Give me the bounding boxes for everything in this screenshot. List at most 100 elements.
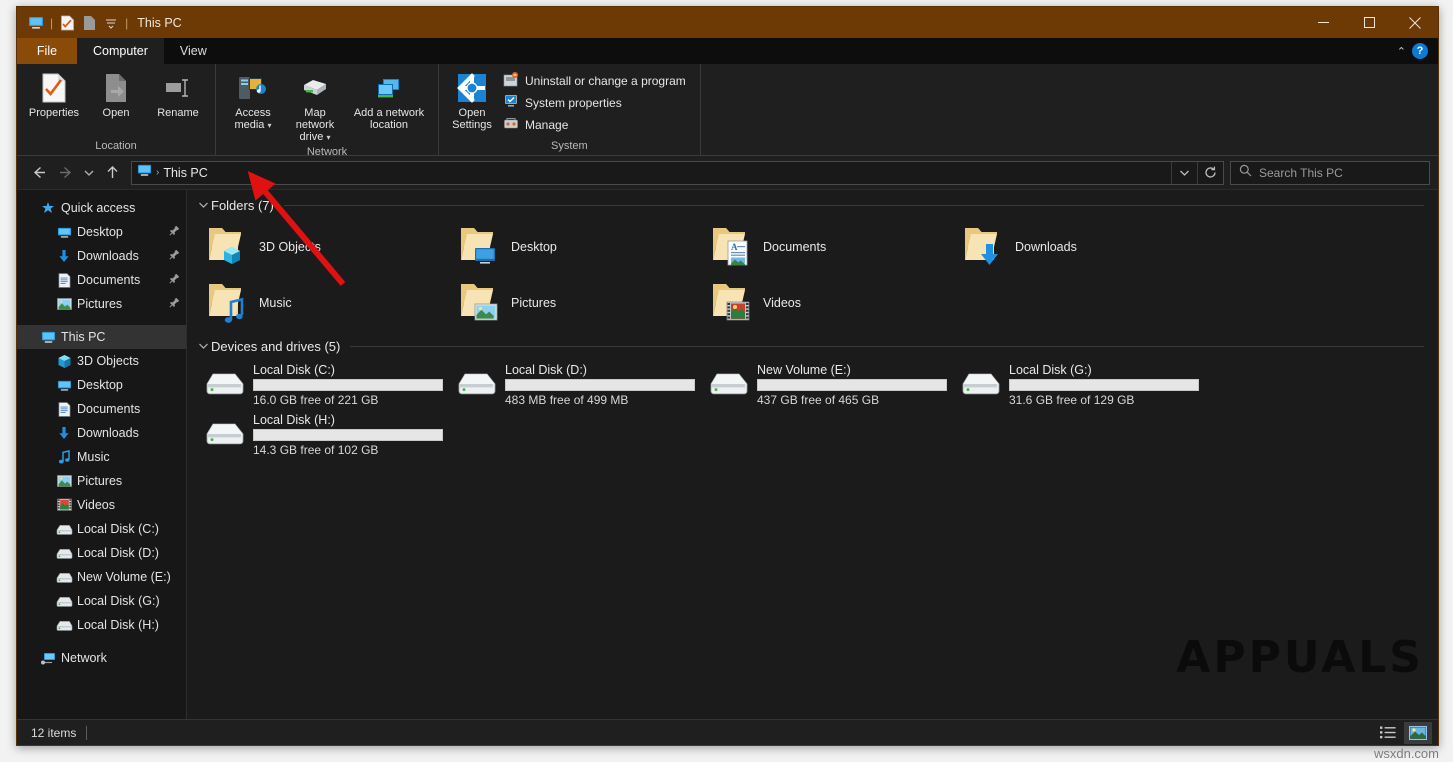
map-network-drive-button[interactable]: Map network drive ▾ (284, 67, 346, 144)
rename-button[interactable]: Rename (147, 67, 209, 131)
sidebar-item-label: Local Disk (C:) (77, 522, 159, 536)
refresh-button[interactable] (1197, 162, 1223, 184)
sidebar-item-documents[interactable]: Documents (17, 397, 186, 421)
drive-icon (709, 368, 749, 403)
drive-meta: Local Disk (C:)16.0 GB free of 221 GB (253, 363, 443, 407)
collapse-ribbon-icon[interactable]: ⌃ (1397, 45, 1406, 58)
downloads-icon (55, 426, 73, 441)
map-network-drive-icon (298, 71, 332, 105)
drive-usage-bar (253, 429, 443, 441)
manage-button[interactable]: Manage (499, 114, 694, 135)
sidebar-item-label: Documents (77, 402, 140, 416)
folder-tile[interactable]: Downloads (951, 219, 1203, 275)
sidebar-item-local-disk-c[interactable]: Local Disk (C:) (17, 517, 186, 541)
add-network-location-button[interactable]: Add a network location (346, 67, 432, 131)
drive-meta: Local Disk (D:)483 MB free of 499 MB (505, 363, 695, 407)
address-dropdown-button[interactable] (1171, 162, 1197, 184)
folder-tile[interactable]: Music (195, 275, 447, 331)
sidebar-item-label: Downloads (77, 249, 139, 263)
search-placeholder: Search This PC (1259, 166, 1343, 180)
chevron-down-icon[interactable] (195, 341, 211, 353)
folder-tile[interactable]: Pictures (447, 275, 699, 331)
recent-locations-button[interactable] (81, 160, 97, 186)
drive-tile[interactable]: Local Disk (H:)14.3 GB free of 102 GB (195, 410, 447, 460)
breadcrumb-separator[interactable]: › (156, 167, 159, 178)
large-icons-view-button[interactable] (1404, 722, 1432, 744)
sidebar-item-pictures[interactable]: Pictures (17, 292, 186, 316)
properties-label: Properties (28, 105, 80, 119)
sidebar-item-network[interactable]: Network (17, 646, 186, 670)
access-media-button[interactable]: Access media ▾ (222, 67, 284, 132)
breadcrumb-current[interactable]: This PC (163, 166, 207, 180)
folder-tile[interactable]: Desktop (447, 219, 699, 275)
sidebar-item-local-disk-h[interactable]: Local Disk (H:) (17, 613, 186, 637)
uninstall-program-button[interactable]: Uninstall or change a program (499, 70, 694, 91)
tab-file[interactable]: File (17, 38, 77, 64)
search-input[interactable]: Search This PC (1230, 161, 1430, 185)
sidebar-item-local-disk-g[interactable]: Local Disk (G:) (17, 589, 186, 613)
help-button[interactable]: ? (1412, 43, 1428, 59)
pin-icon[interactable] (169, 297, 180, 311)
sidebar-item-new-volume-e[interactable]: New Volume (E:) (17, 565, 186, 589)
maximize-button[interactable] (1346, 7, 1392, 38)
sidebar-item-downloads[interactable]: Downloads (17, 421, 186, 445)
drives-group-header[interactable]: Devices and drives (5) (187, 337, 1438, 356)
sidebar-item-this-pc[interactable]: This PC (17, 325, 186, 349)
sidebar-item-local-disk-d[interactable]: Local Disk (D:) (17, 541, 186, 565)
drive-tile[interactable]: Local Disk (D:)483 MB free of 499 MB (447, 360, 699, 410)
file-list-pane[interactable]: Folders (7) 3D Objects Desktop ADocuments D… (187, 190, 1438, 719)
sidebar-item-desktop[interactable]: Desktop (17, 373, 186, 397)
pin-icon[interactable] (169, 225, 180, 239)
close-button[interactable] (1392, 7, 1438, 38)
chevron-down-icon: ▾ (268, 121, 272, 130)
minimize-button[interactable] (1300, 7, 1346, 38)
tab-computer[interactable]: Computer (77, 38, 164, 64)
breadcrumb[interactable]: › This PC (131, 161, 1224, 185)
drive-tile[interactable]: Local Disk (C:)16.0 GB free of 221 GB (195, 360, 447, 410)
forward-button[interactable] (53, 160, 79, 186)
this-pc-icon[interactable] (25, 12, 47, 34)
sidebar-item-pictures[interactable]: Pictures (17, 469, 186, 493)
drive-tile[interactable]: New Volume (E:)437 GB free of 465 GB (699, 360, 951, 410)
ribbon-group-location-title: Location (17, 138, 215, 155)
back-button[interactable] (25, 160, 51, 186)
system-properties-button[interactable]: System properties (499, 92, 694, 113)
appuals-watermark: APPUALS (1176, 632, 1424, 683)
drive-icon (205, 418, 245, 453)
properties-button[interactable]: Properties (23, 67, 85, 131)
sidebar-item-videos[interactable]: Videos (17, 493, 186, 517)
folder-tile[interactable]: 3D Objects (195, 219, 447, 275)
star-icon (39, 201, 57, 215)
folder-tile[interactable]: Videos (699, 275, 951, 331)
drive-icon (55, 523, 73, 536)
sidebar-item-label: Documents (77, 273, 140, 287)
drive-name: Local Disk (C:) (253, 363, 443, 377)
pin-icon[interactable] (169, 273, 180, 287)
open-settings-button[interactable]: Open Settings (445, 67, 499, 131)
drive-tile[interactable]: Local Disk (G:)31.6 GB free of 129 GB (951, 360, 1203, 410)
sidebar-item-music[interactable]: Music (17, 445, 186, 469)
sidebar-item-3d-objects[interactable]: 3D Objects (17, 349, 186, 373)
sidebar-item-quick-access[interactable]: Quick access (17, 196, 186, 220)
sidebar-item-documents[interactable]: Documents (17, 268, 186, 292)
chevron-down-icon[interactable] (195, 200, 211, 212)
folder-tile[interactable]: ADocuments (699, 219, 951, 275)
details-view-button[interactable] (1374, 722, 1402, 744)
access-media-text: Access media (234, 107, 270, 131)
folder-tile-label: Downloads (1015, 240, 1077, 254)
rename-icon[interactable] (78, 12, 100, 34)
folder-music-icon (205, 278, 251, 329)
folders-group-header[interactable]: Folders (7) (187, 196, 1438, 215)
navigation-pane[interactable]: Quick accessDesktopDownloadsDocumentsPic… (17, 190, 187, 719)
folder-tile-label: Desktop (511, 240, 557, 254)
sidebar-item-downloads[interactable]: Downloads (17, 244, 186, 268)
properties-icon[interactable] (56, 12, 78, 34)
tab-view[interactable]: View (164, 38, 223, 64)
open-button[interactable]: Open (85, 67, 147, 131)
access-media-icon (237, 71, 269, 105)
sidebar-item-desktop[interactable]: Desktop (17, 220, 186, 244)
downloads-icon (55, 249, 73, 264)
customize-dropdown-icon[interactable] (100, 12, 122, 34)
up-button[interactable] (99, 160, 125, 186)
pin-icon[interactable] (169, 249, 180, 263)
